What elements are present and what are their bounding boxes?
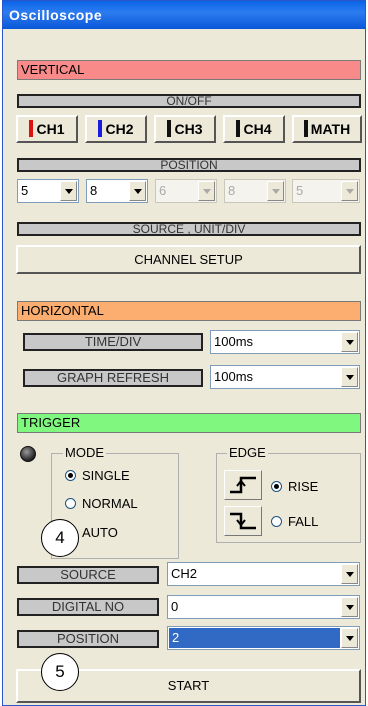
digital-no-select[interactable]: 0: [167, 595, 360, 619]
trigger-position-select[interactable]: 2: [167, 626, 360, 650]
graph-refresh-label: GRAPH REFRESH: [23, 369, 203, 387]
math-position-select: 5: [292, 179, 360, 203]
mode-single-radio[interactable]: SINGLE: [65, 468, 130, 484]
mode-group-title: MODE: [63, 445, 106, 460]
position-label: POSITION: [17, 158, 361, 172]
ch3-color-swatch: [167, 120, 172, 137]
source-unit-div-label: SOURCE , UNIT/DIV: [17, 222, 361, 236]
ch1-position-select[interactable]: 5: [17, 179, 79, 203]
ch3-position-select: 6: [155, 179, 217, 203]
ch4-color-swatch: [236, 120, 241, 137]
window-title: Oscilloscope: [3, 1, 365, 29]
radio-icon[interactable]: [271, 516, 282, 527]
callout-5: 5: [41, 653, 79, 691]
ch3-button[interactable]: CH3: [154, 115, 216, 143]
chevron-down-icon[interactable]: [341, 597, 358, 617]
chevron-down-icon[interactable]: [129, 181, 146, 201]
oscilloscope-window: Oscilloscope VERTICAL ON/OFF CH1 CH2 CH3…: [2, 0, 366, 706]
edge-group-title: EDGE: [227, 445, 268, 460]
trigger-source-label: SOURCE: [17, 566, 159, 584]
digital-no-label: DIGITAL NO: [17, 598, 159, 616]
time-div-label: TIME/DIV: [23, 333, 203, 351]
ch1-button[interactable]: CH1: [16, 115, 78, 143]
radio-icon[interactable]: [65, 498, 76, 509]
trigger-position-label: POSITION: [17, 630, 159, 648]
vertical-section-header: VERTICAL: [17, 60, 361, 80]
chevron-down-icon[interactable]: [341, 367, 358, 387]
chevron-down-icon: [267, 181, 284, 201]
radio-selected-icon[interactable]: [271, 481, 282, 492]
edge-rise-radio[interactable]: RISE: [271, 479, 318, 495]
trigger-led-indicator: [20, 446, 36, 462]
ch1-color-swatch: [29, 120, 34, 137]
falling-edge-icon: [224, 506, 262, 536]
callout-4: 4: [41, 519, 79, 557]
ch4-position-select: 8: [224, 179, 286, 203]
trigger-source-select[interactable]: CH2: [167, 562, 360, 586]
mode-normal-radio[interactable]: NORMAL: [65, 496, 138, 512]
chevron-down-icon[interactable]: [341, 564, 358, 584]
edge-fall-radio[interactable]: FALL: [271, 514, 318, 530]
chevron-down-icon[interactable]: [60, 181, 77, 201]
trigger-section-header: TRIGGER: [17, 413, 361, 433]
chevron-down-icon[interactable]: [341, 332, 358, 352]
onoff-label: ON/OFF: [17, 94, 361, 108]
channel-setup-button[interactable]: CHANNEL SETUP: [16, 245, 361, 274]
ch2-button[interactable]: CH2: [85, 115, 147, 143]
chevron-down-icon[interactable]: [341, 628, 358, 648]
math-button[interactable]: MATH: [292, 115, 362, 143]
chevron-down-icon: [198, 181, 215, 201]
chevron-down-icon: [341, 181, 358, 201]
ch2-position-select[interactable]: 8: [86, 179, 148, 203]
ch4-button[interactable]: CH4: [223, 115, 285, 143]
radio-selected-icon[interactable]: [65, 470, 76, 481]
time-div-select[interactable]: 100ms: [210, 330, 360, 354]
graph-refresh-select[interactable]: 100ms: [210, 365, 360, 389]
rising-edge-icon: [224, 470, 262, 500]
horizontal-section-header: HORIZONTAL: [17, 301, 361, 321]
ch2-color-swatch: [98, 120, 103, 137]
math-color-swatch: [303, 120, 308, 137]
